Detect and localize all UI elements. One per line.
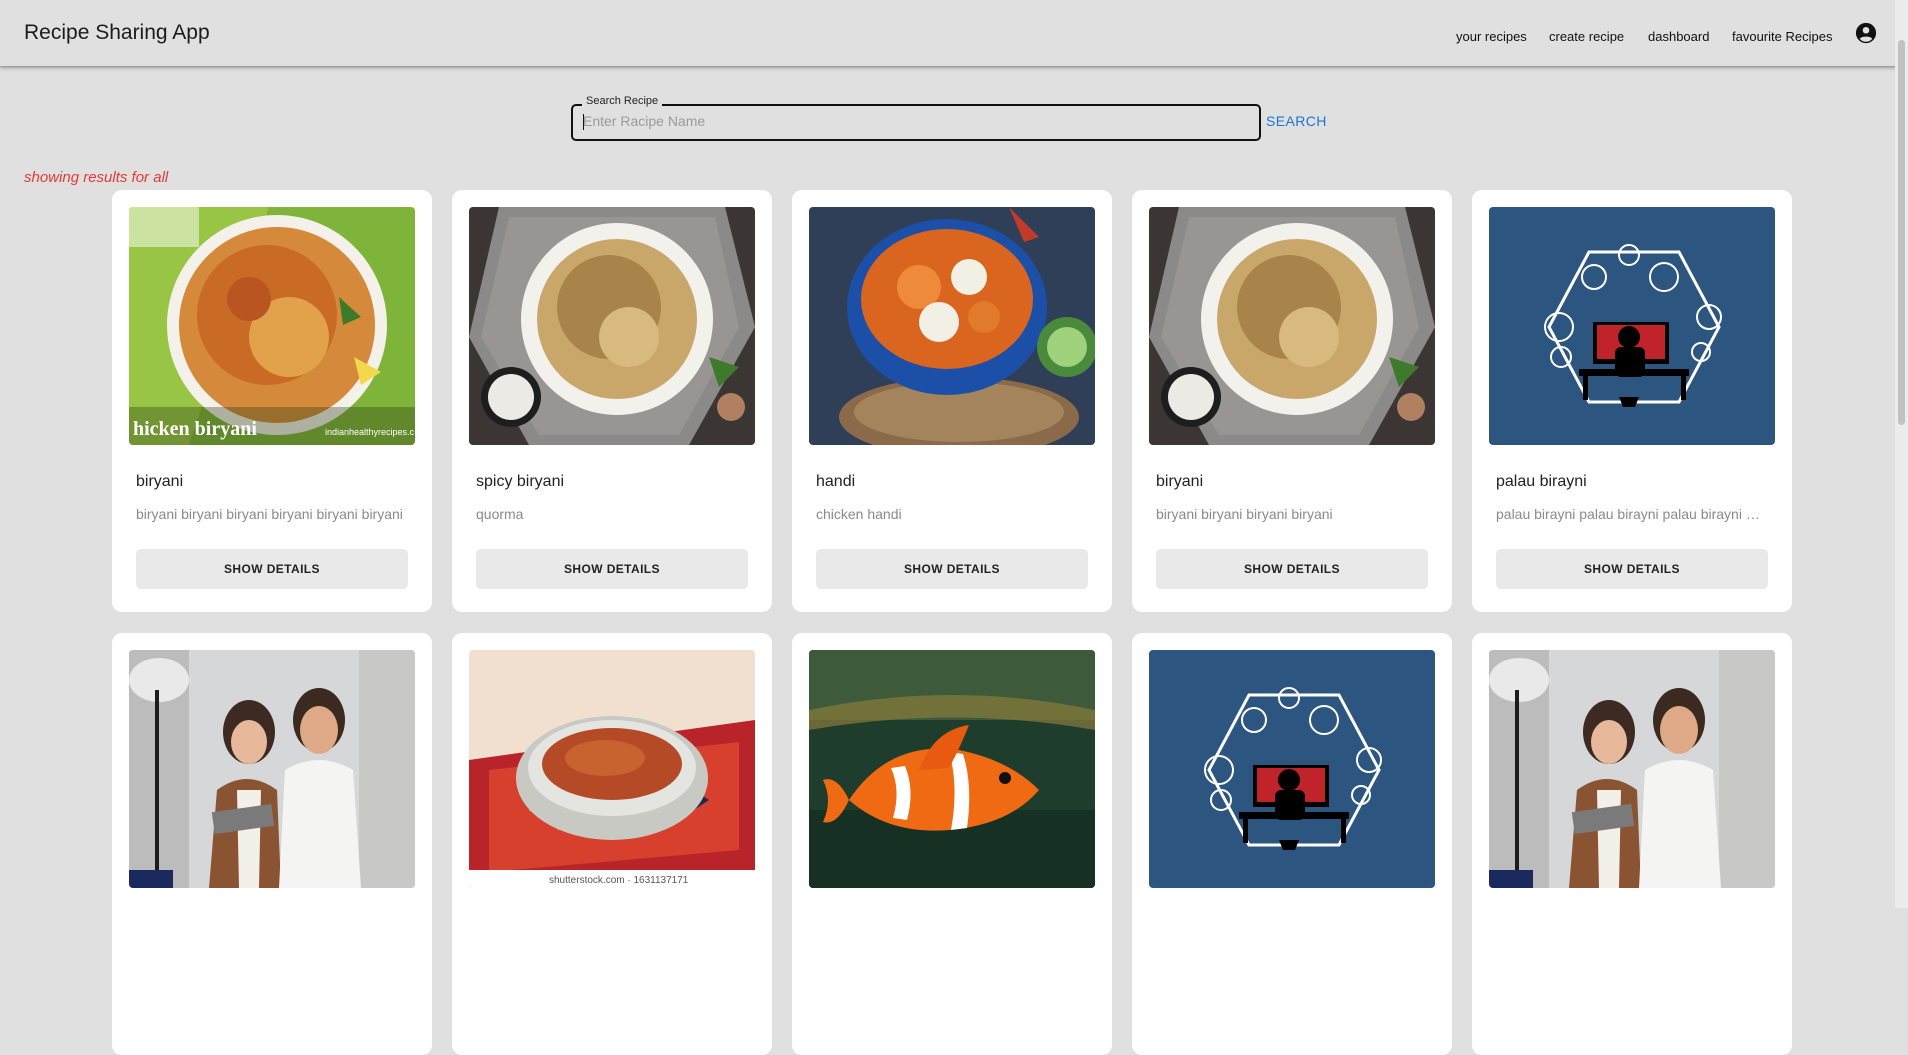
nav-dashboard[interactable]: dashboard	[1648, 29, 1709, 44]
recipe-description: biryani biryani biryani biryani biryani …	[136, 506, 403, 522]
recipe-image	[469, 207, 755, 445]
results-note: showing results for all	[24, 169, 169, 186]
recipe-image	[129, 650, 415, 888]
recipe-description: quorma	[476, 506, 524, 522]
recipe-card: handi chicken handi SHOW DETAILS	[792, 190, 1112, 612]
search-label: Search Recipe	[582, 95, 663, 107]
recipe-image	[1149, 207, 1435, 445]
recipe-card	[1472, 633, 1792, 1055]
show-details-button[interactable]: SHOW DETAILS	[476, 549, 748, 589]
recipe-title: biryani	[136, 473, 184, 490]
recipe-image: hicken biryani indianhealthyrecipes.c	[129, 207, 415, 445]
recipe-image: shutterstock.com · 1631137171	[469, 650, 755, 888]
image-caption: hicken biryani	[133, 418, 257, 440]
recipe-title: biryani	[1156, 473, 1204, 490]
recipe-image	[809, 207, 1095, 445]
recipe-image	[1489, 207, 1775, 445]
recipe-card: spicy biryani quorma SHOW DETAILS	[452, 190, 772, 612]
nav-favourite-recipes[interactable]: favourite Recipes	[1732, 29, 1832, 44]
recipe-card	[792, 633, 1112, 1055]
account-circle-icon[interactable]	[1855, 22, 1877, 44]
search-button[interactable]: SEARCH	[1266, 113, 1327, 129]
search-input[interactable]	[583, 110, 1243, 132]
recipe-card: hicken biryani indianhealthyrecipes.c bi…	[112, 190, 432, 612]
recipe-image	[1489, 650, 1775, 888]
recipe-card: biryani biryani biryani biryani biryani …	[1132, 190, 1452, 612]
recipe-card	[1132, 633, 1452, 1055]
recipe-title: handi	[816, 473, 856, 490]
recipe-card	[112, 633, 432, 1055]
recipe-grid: hicken biryani indianhealthyrecipes.c bi…	[112, 190, 1792, 1055]
show-details-button[interactable]: SHOW DETAILS	[136, 549, 408, 589]
show-details-button[interactable]: SHOW DETAILS	[816, 549, 1088, 589]
show-details-button[interactable]: SHOW DETAILS	[1496, 549, 1768, 589]
recipe-card: shutterstock.com · 1631137171	[452, 633, 772, 1055]
search-box: Search Recipe	[571, 95, 1261, 141]
scrollbar-thumb[interactable]	[1898, 40, 1905, 425]
recipe-card: palau birayni palau birayni palau birayn…	[1472, 190, 1792, 612]
app-title: Recipe Sharing App	[24, 21, 210, 44]
recipe-description: biryani biryani biryani biryani	[1156, 506, 1333, 522]
recipe-image	[809, 650, 1095, 888]
page-scrollbar[interactable]	[1895, 0, 1908, 908]
nav-your-recipes[interactable]: your recipes	[1456, 29, 1527, 44]
recipe-title: palau birayni	[1496, 473, 1587, 490]
nav-create-recipe[interactable]: create recipe	[1549, 29, 1624, 44]
recipe-title: spicy biryani	[476, 473, 565, 490]
app-bar: Recipe Sharing App your recipes create r…	[0, 0, 1908, 66]
show-details-button[interactable]: SHOW DETAILS	[1156, 549, 1428, 589]
recipe-description: palau birayni palau birayni palau birayn…	[1496, 506, 1766, 522]
recipe-image	[1149, 650, 1435, 888]
image-watermark: shutterstock.com · 1631137171	[549, 875, 689, 886]
text-caret	[583, 114, 584, 130]
recipe-description: chicken handi	[816, 506, 902, 522]
image-watermark: indianhealthyrecipes.c	[325, 427, 415, 437]
